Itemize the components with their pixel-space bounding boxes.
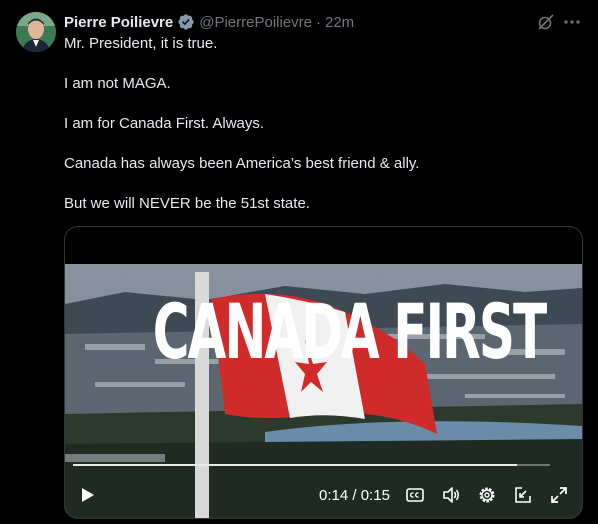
tweet-paragraph: I am not MAGA. xyxy=(64,75,171,92)
fullscreen-icon[interactable] xyxy=(549,485,569,505)
author-handle[interactable]: @PierrePoilievre xyxy=(199,14,312,31)
tweet-paragraph: Mr. President, it is true. xyxy=(64,35,218,52)
current-time: 0:14 xyxy=(319,487,349,504)
progress-fill xyxy=(73,464,517,466)
video-timecode: 0:14 / 0:15 xyxy=(319,487,390,504)
video-controls: 0:14 / 0:15 xyxy=(65,479,582,513)
tweet-header: Pierre Poilievre @PierrePoilievre · 22m xyxy=(64,12,354,32)
progress-bar[interactable] xyxy=(73,464,550,466)
play-icon[interactable] xyxy=(77,485,97,505)
post-time[interactable]: 22m xyxy=(325,14,354,31)
time-separator: / xyxy=(352,487,357,504)
duration: 0:15 xyxy=(360,487,390,504)
grok-icon[interactable] xyxy=(537,13,555,31)
author-name[interactable]: Pierre Poilievre xyxy=(64,14,173,31)
tweet-paragraph: I am for Canada First. Always. xyxy=(64,115,265,132)
tweet-paragraph: But we will NEVER be the 51st state. xyxy=(64,195,310,212)
video-player[interactable]: CANADA FIRST 0:14 / 0:15 xyxy=(64,226,583,519)
tweet-paragraph: Canada has always been America’s best fr… xyxy=(64,155,420,172)
more-icon[interactable] xyxy=(563,13,581,31)
volume-icon[interactable] xyxy=(441,485,461,505)
settings-icon[interactable] xyxy=(477,485,497,505)
pip-icon[interactable] xyxy=(513,485,533,505)
video-overlay-title: CANADA FIRST xyxy=(152,287,547,376)
captions-icon[interactable] xyxy=(405,485,425,505)
verified-badge-icon[interactable] xyxy=(177,13,195,31)
avatar[interactable] xyxy=(16,12,56,52)
separator-dot: · xyxy=(316,13,321,31)
